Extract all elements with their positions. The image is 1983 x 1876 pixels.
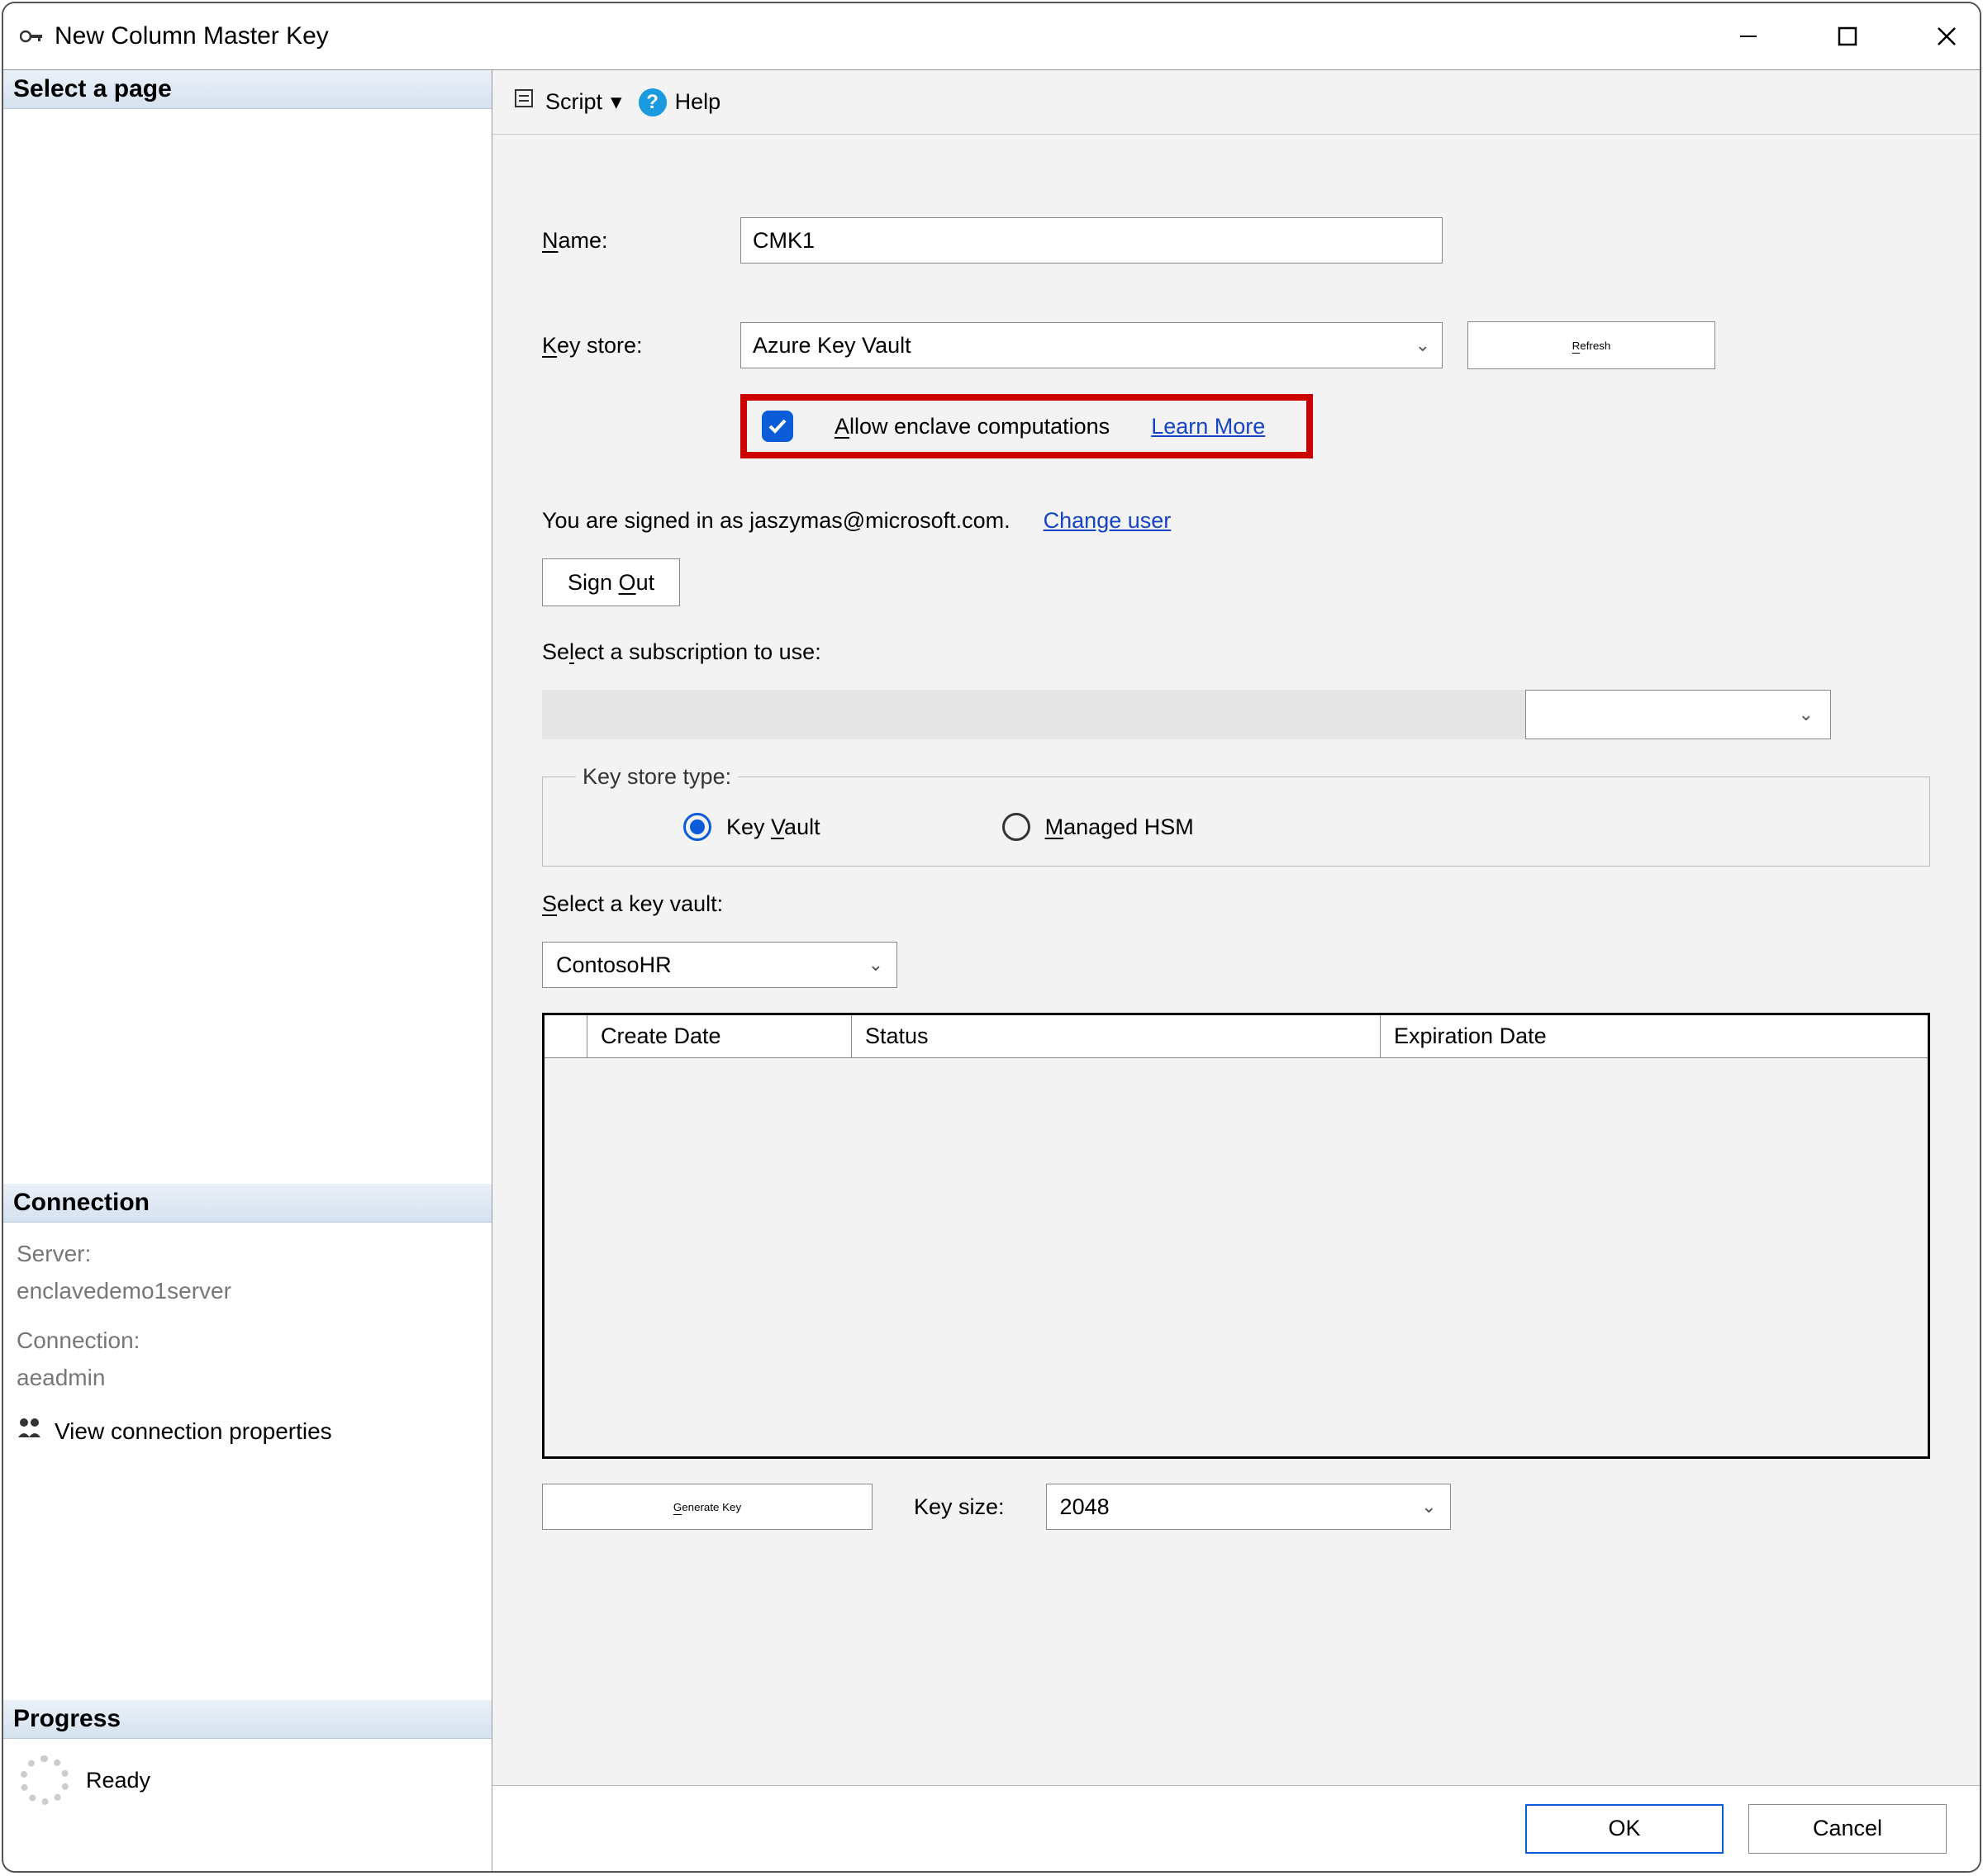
view-connection-properties-label: View connection properties <box>55 1413 332 1451</box>
key-vault-radio[interactable]: Key Vault <box>683 813 820 841</box>
progress-status-label: Ready <box>86 1768 150 1793</box>
signed-in-text: You are signed in as jaszymas@microsoft.… <box>542 508 1011 534</box>
allow-enclave-checkbox[interactable] <box>762 411 793 442</box>
titlebar: New Column Master Key <box>3 3 1980 69</box>
cancel-button[interactable]: Cancel <box>1748 1804 1947 1854</box>
help-button[interactable]: ? Help <box>639 88 721 116</box>
keys-table: Create Date Status Expiration Date <box>542 1013 1930 1459</box>
col-status[interactable]: Status <box>852 1015 1381 1057</box>
key-vault-value: ContosoHR <box>556 952 672 978</box>
subscription-disabled-field <box>542 690 1525 739</box>
server-value: enclavedemo1server <box>17 1273 478 1310</box>
sidebar: Select a page Connection Server: enclave… <box>3 70 492 1871</box>
allow-enclave-label: Allow enclave computations <box>835 414 1110 439</box>
managed-hsm-radio[interactable]: Managed HSM <box>1002 813 1194 841</box>
dialog-footer: OK Cancel <box>492 1785 1980 1871</box>
key-size-label: Key size: <box>914 1494 1005 1520</box>
radio-selected-icon <box>683 813 711 841</box>
script-label: Script <box>545 89 602 115</box>
allow-enclave-row: Allow enclave computations Learn More <box>740 394 1313 458</box>
select-key-vault-label: Select a key vault: <box>542 891 1930 917</box>
close-button[interactable] <box>1930 20 1963 53</box>
keystore-label: Key store: <box>542 333 716 359</box>
spinner-icon <box>20 1755 69 1805</box>
key-vault-radio-label: Key Vault <box>726 815 820 840</box>
maximize-button[interactable] <box>1831 20 1864 53</box>
dialog-window: New Column Master Key Select a page Conn… <box>2 2 1981 1873</box>
select-page-header: Select a page <box>3 70 492 109</box>
script-icon <box>512 87 537 117</box>
chevron-down-icon: ⌄ <box>1415 335 1430 356</box>
progress-header: Progress <box>3 1700 492 1739</box>
key-size-select[interactable]: 2048 ⌄ <box>1046 1484 1451 1530</box>
chevron-down-icon: ⌄ <box>1421 1496 1436 1517</box>
managed-hsm-radio-label: Managed HSM <box>1045 815 1194 840</box>
progress-status: Ready <box>3 1739 492 1821</box>
key-store-type-group: Key store type: Key Vault Managed HSM <box>542 764 1930 867</box>
subscription-select[interactable]: ⌄ <box>1525 690 1831 739</box>
name-input[interactable] <box>740 217 1443 264</box>
key-store-type-label: Key store type: <box>576 764 738 790</box>
col-create-date[interactable]: Create Date <box>587 1015 852 1057</box>
name-label: Name: <box>542 228 716 254</box>
help-icon: ? <box>639 88 667 116</box>
key-size-value: 2048 <box>1060 1494 1110 1520</box>
chevron-down-icon: ⌄ <box>1799 704 1814 725</box>
connection-value: aeadmin <box>17 1360 478 1397</box>
help-label: Help <box>675 89 721 115</box>
window-title: New Column Master Key <box>55 22 329 50</box>
server-label: Server: <box>17 1236 478 1273</box>
page-list <box>3 109 492 1184</box>
connection-header: Connection <box>3 1184 492 1223</box>
ok-button[interactable]: OK <box>1525 1804 1724 1854</box>
keystore-select[interactable]: Azure Key Vault ⌄ <box>740 322 1443 368</box>
view-connection-properties-link[interactable]: View connection properties <box>17 1413 478 1451</box>
table-corner <box>544 1015 587 1057</box>
key-icon <box>20 27 45 45</box>
minimize-button[interactable] <box>1732 20 1765 53</box>
sign-out-button[interactable]: Sign Out <box>542 558 680 606</box>
radio-unselected-icon <box>1002 813 1030 841</box>
people-icon <box>17 1413 43 1451</box>
connection-label: Connection: <box>17 1323 478 1360</box>
chevron-down-icon: ▾ <box>611 89 622 115</box>
script-button[interactable]: Script ▾ <box>512 87 622 117</box>
keystore-value: Azure Key Vault <box>753 333 911 359</box>
generate-key-button[interactable]: Generate Key <box>542 1484 873 1530</box>
col-expiration-date[interactable]: Expiration Date <box>1381 1015 1928 1057</box>
connection-info: Server: enclavedemo1server Connection: a… <box>3 1223 492 1464</box>
change-user-link[interactable]: Change user <box>1044 508 1172 534</box>
learn-more-link[interactable]: Learn More <box>1151 414 1265 439</box>
refresh-button[interactable]: Refresh <box>1467 321 1715 369</box>
toolbar: Script ▾ ? Help <box>492 70 1980 135</box>
chevron-down-icon: ⌄ <box>868 954 883 976</box>
key-vault-select[interactable]: ContosoHR ⌄ <box>542 942 897 988</box>
select-subscription-label: Select a subscription to use: <box>542 639 1930 665</box>
content-pane: Script ▾ ? Help Name: Key store: Azure K… <box>492 70 1980 1871</box>
